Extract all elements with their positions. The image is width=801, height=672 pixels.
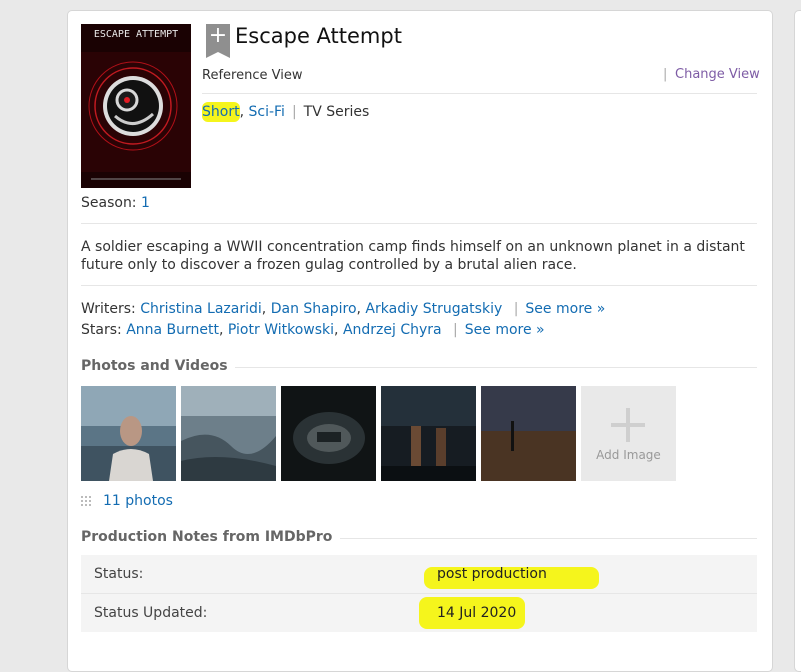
poster-image[interactable]: ESCAPE ATTEMPT [81, 24, 191, 188]
production-row-status: Status: post production [81, 555, 757, 593]
add-to-watchlist-button[interactable]: + [206, 23, 230, 58]
poster-title-text: ESCAPE ATTEMPT [94, 29, 178, 40]
season-link[interactable]: 1 [141, 195, 150, 211]
photos-link-row: 11 photos [81, 493, 173, 509]
photos-section-title: Photos and Videos [81, 358, 228, 374]
photo-thumbnail-image [381, 386, 476, 481]
poster-art: ESCAPE ATTEMPT [81, 24, 191, 188]
photo-thumbnail-image [81, 386, 176, 481]
divider [340, 538, 757, 539]
photo-thumbnail[interactable] [181, 386, 276, 481]
page-title: Escape Attempt [235, 24, 402, 48]
credits-block: Writers: Christina Lazaridi, Dan Shapiro… [81, 299, 605, 341]
plus-icon: + [208, 23, 228, 48]
add-image-label: Add Image [596, 448, 661, 462]
photo-thumbnail[interactable] [81, 386, 176, 481]
writers-see-more-link[interactable]: See more » [525, 301, 605, 317]
reference-view-label: Reference View [202, 68, 303, 83]
photo-thumbnail-image [181, 386, 276, 481]
genre-line: Short, Sci-Fi | TV Series [202, 102, 370, 122]
star-link[interactable]: Andrzej Chyra [343, 322, 442, 338]
add-image-button[interactable]: Add Image [581, 386, 676, 481]
status-updated-label: Status Updated: [94, 605, 208, 621]
photo-thumbnail[interactable] [481, 386, 576, 481]
writer-link[interactable]: Christina Lazaridi [140, 301, 262, 317]
change-view-link[interactable]: Change View [675, 67, 760, 82]
type-label: TV Series [303, 104, 370, 120]
star-link[interactable]: Anna Burnett [126, 322, 219, 338]
photo-thumbnail-image [281, 386, 376, 481]
grid-icon [81, 496, 91, 506]
genre-link-scifi[interactable]: Sci-Fi [248, 104, 284, 120]
status-value: post production [437, 566, 547, 582]
photo-thumbnail[interactable] [281, 386, 376, 481]
divider [81, 223, 757, 224]
writers-line: Writers: Christina Lazaridi, Dan Shapiro… [81, 301, 606, 317]
writer-link[interactable]: Dan Shapiro [271, 301, 357, 317]
divider [202, 93, 757, 94]
stars-label: Stars: [81, 322, 122, 338]
photo-thumbnail[interactable] [381, 386, 476, 481]
plus-icon [611, 408, 645, 442]
season-label: Season: [81, 195, 137, 211]
photos-count-link[interactable]: 11 photos [103, 493, 173, 509]
divider [81, 285, 757, 286]
divider: | [663, 67, 668, 82]
adjacent-panel-edge [794, 10, 801, 672]
status-label: Status: [94, 566, 144, 582]
writer-link[interactable]: Arkadiy Strugatskiy [365, 301, 502, 317]
stars-see-more-link[interactable]: See more » [465, 322, 545, 338]
writers-label: Writers: [81, 301, 136, 317]
season-line: Season: 1 [81, 195, 150, 211]
production-row-status-updated: Status Updated: 14 Jul 2020 [81, 594, 757, 632]
star-link[interactable]: Piotr Witkowski [228, 322, 334, 338]
divider [235, 367, 757, 368]
genre-link-short[interactable]: Short [202, 104, 240, 120]
status-updated-value: 14 Jul 2020 [437, 605, 517, 621]
photo-thumbnail-image [481, 386, 576, 481]
production-section-title: Production Notes from IMDbPro [81, 529, 333, 545]
stars-line: Stars: Anna Burnett, Piotr Witkowski, An… [81, 322, 545, 338]
plot-summary: A soldier escaping a WWII concentration … [81, 239, 745, 273]
